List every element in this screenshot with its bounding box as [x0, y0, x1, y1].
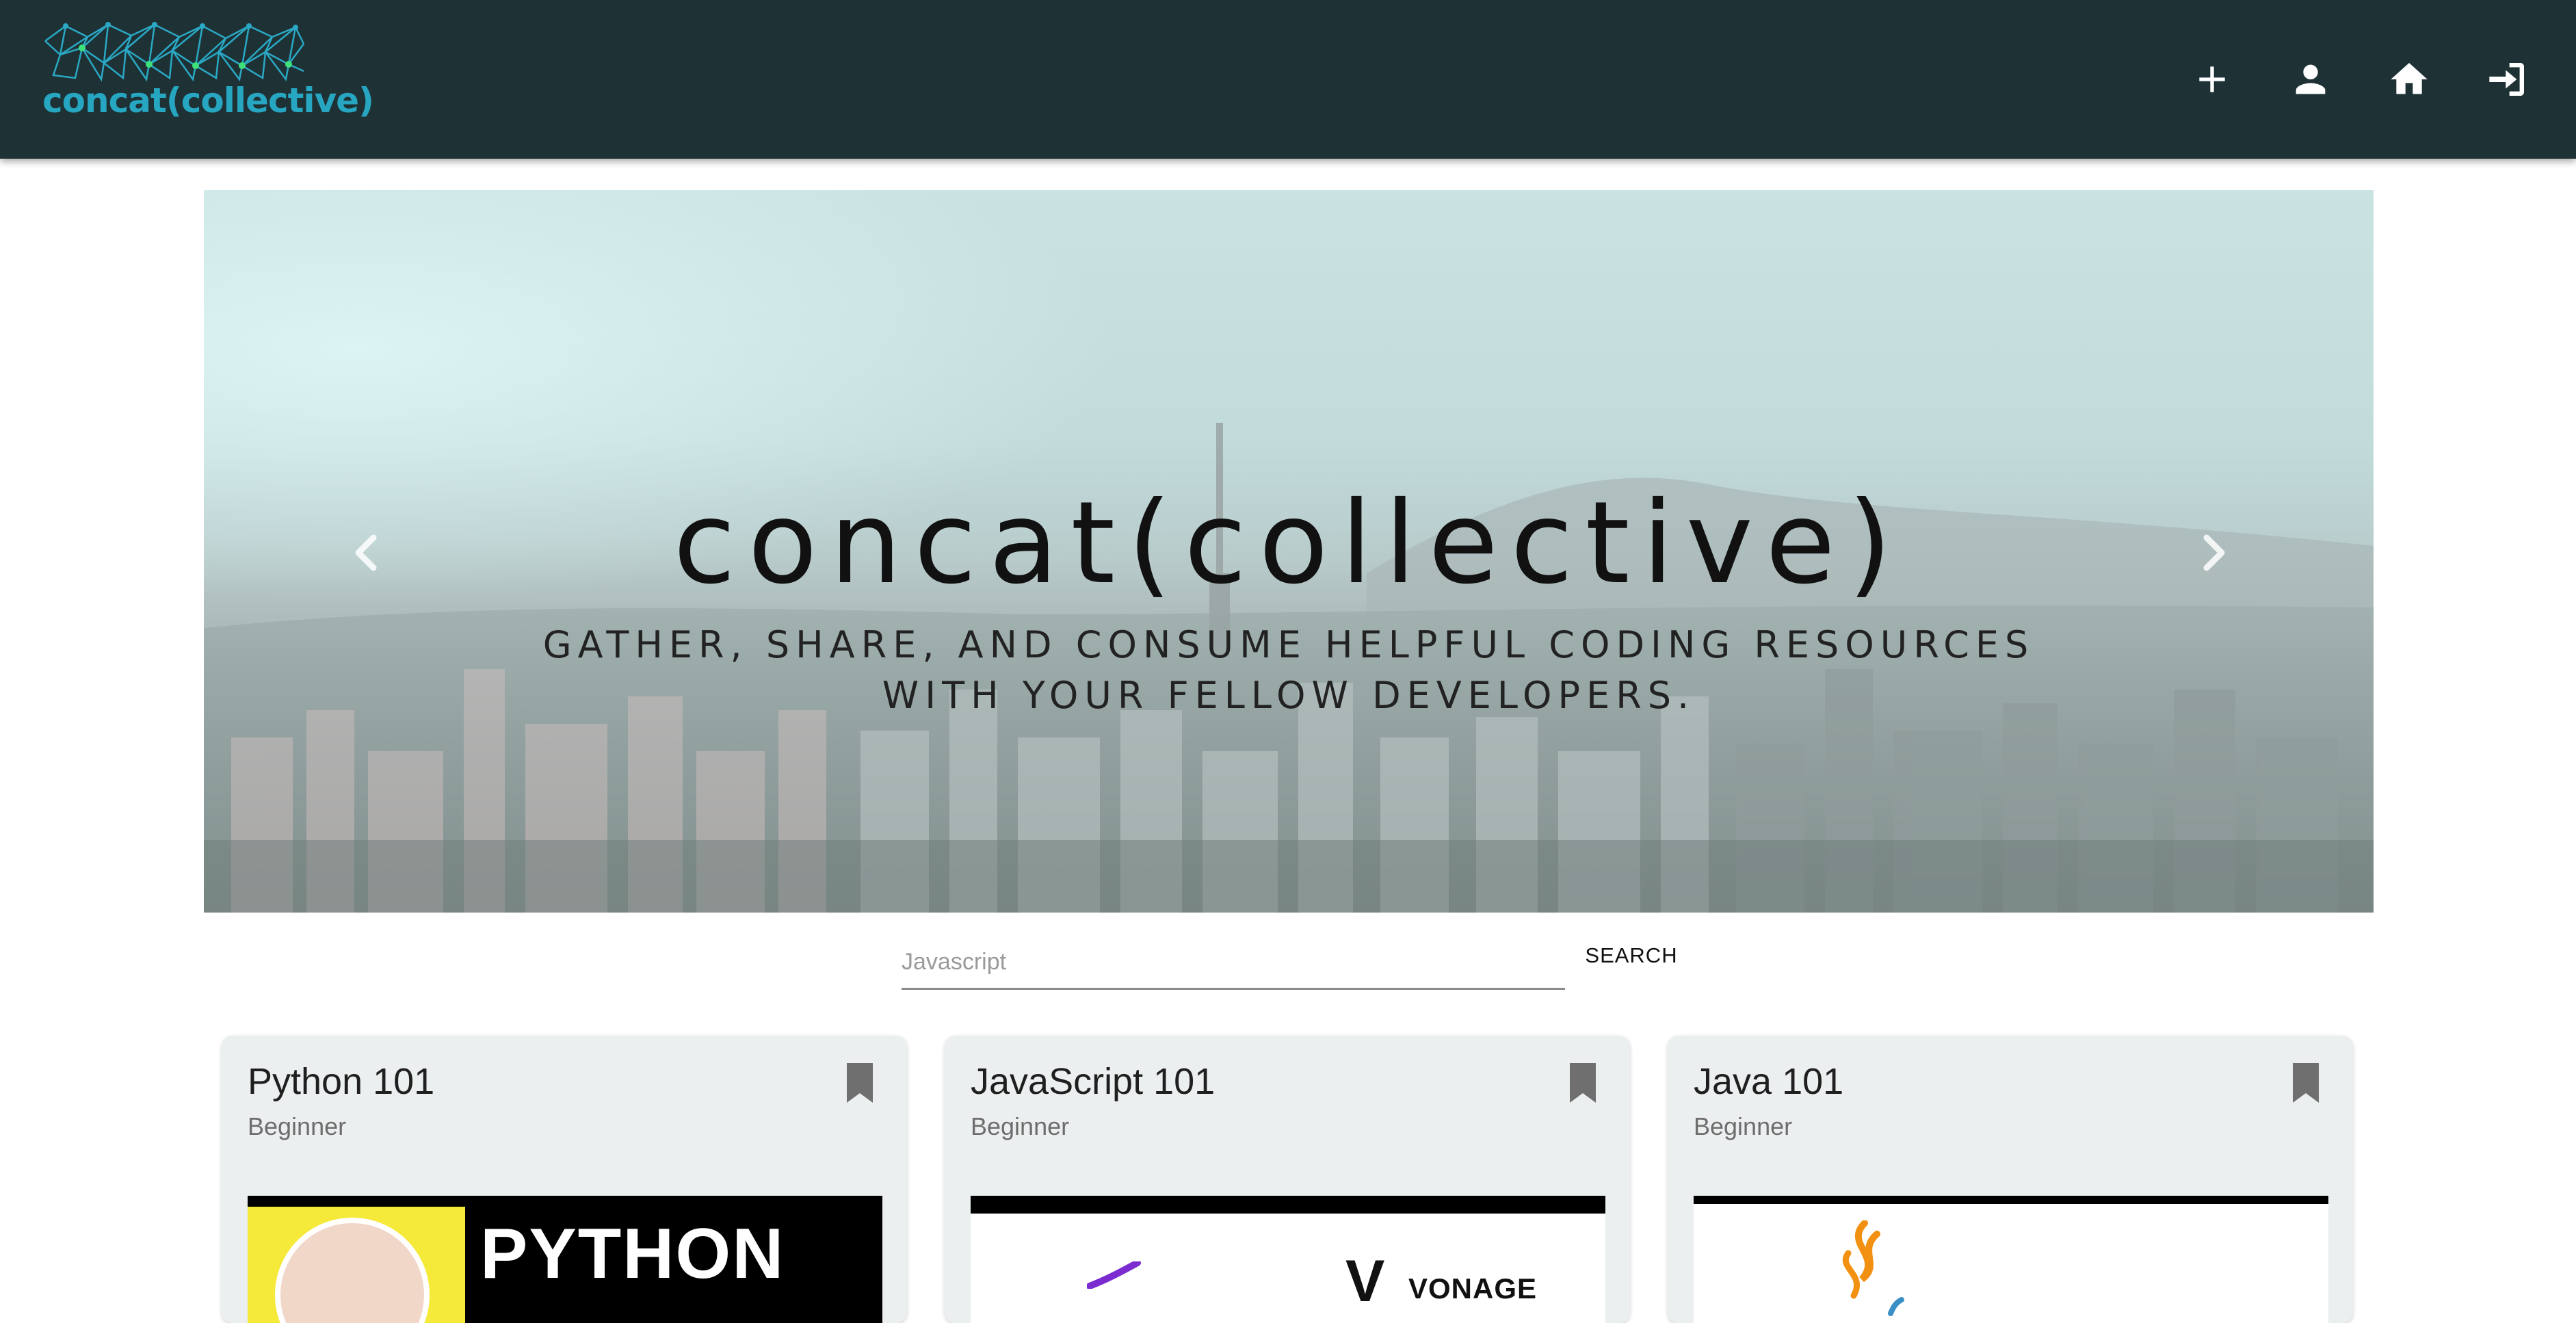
bookmark-button[interactable]	[2290, 1063, 2322, 1103]
hero-subtitle: GATHER, SHARE, AND CONSUME HELPFUL CODIN…	[542, 623, 2035, 717]
card-level: Beginner	[248, 1112, 347, 1140]
search-input[interactable]	[902, 940, 1565, 990]
card-level: Beginner	[1694, 1112, 1793, 1140]
person-icon	[2296, 64, 2326, 94]
resource-card[interactable]: Java 101 Beginner	[1668, 1036, 2353, 1323]
bookmark-icon	[2293, 1063, 2319, 1103]
hero-title: concat(collective)	[673, 477, 1904, 610]
search-button[interactable]: SEARCH	[1580, 937, 1683, 974]
card-title: Java 101	[1694, 1061, 1844, 1102]
card-level: Beginner	[971, 1112, 1070, 1140]
home-icon	[2391, 63, 2428, 94]
card-thumbnail: PYTHON	[248, 1196, 882, 1323]
thumbnail-text: VONAGE	[1408, 1272, 1538, 1305]
card-thumbnail	[1694, 1196, 2328, 1323]
add-resource-button[interactable]	[2190, 57, 2234, 101]
thumbnail-portrait	[275, 1218, 430, 1323]
logo-text: concat(collective)	[42, 81, 374, 120]
profile-button[interactable]	[2289, 57, 2332, 101]
logo-network-graphic	[44, 22, 305, 82]
bookmark-button[interactable]	[1567, 1063, 1599, 1103]
resource-card[interactable]: JavaScript 101 Beginner V VONAGE	[945, 1036, 1630, 1323]
hero-carousel: concat(collective) GATHER, SHARE, AND CO…	[204, 190, 2374, 913]
login-icon	[2489, 63, 2524, 96]
card-title: Python 101	[248, 1061, 435, 1102]
card-title: JavaScript 101	[971, 1061, 1215, 1102]
resource-card[interactable]: Python 101 Beginner PYTHON	[222, 1036, 907, 1323]
thumbnail-text: PYTHON	[480, 1214, 785, 1294]
thumbnail-swoosh	[1087, 1261, 1141, 1289]
java-logo-icon	[1842, 1220, 1904, 1316]
card-thumbnail: V VONAGE	[971, 1196, 1605, 1323]
thumbnail-v-mark: V	[1345, 1248, 1385, 1314]
bookmark-icon	[847, 1063, 873, 1103]
bookmark-button[interactable]	[844, 1063, 876, 1103]
bookmark-icon	[1570, 1063, 1596, 1103]
logo[interactable]: concat(collective)	[40, 21, 374, 125]
login-button[interactable]	[2486, 57, 2529, 101]
plus-icon	[2199, 66, 2225, 92]
home-button[interactable]	[2387, 57, 2431, 101]
app-header: concat(collective)	[0, 0, 2576, 159]
